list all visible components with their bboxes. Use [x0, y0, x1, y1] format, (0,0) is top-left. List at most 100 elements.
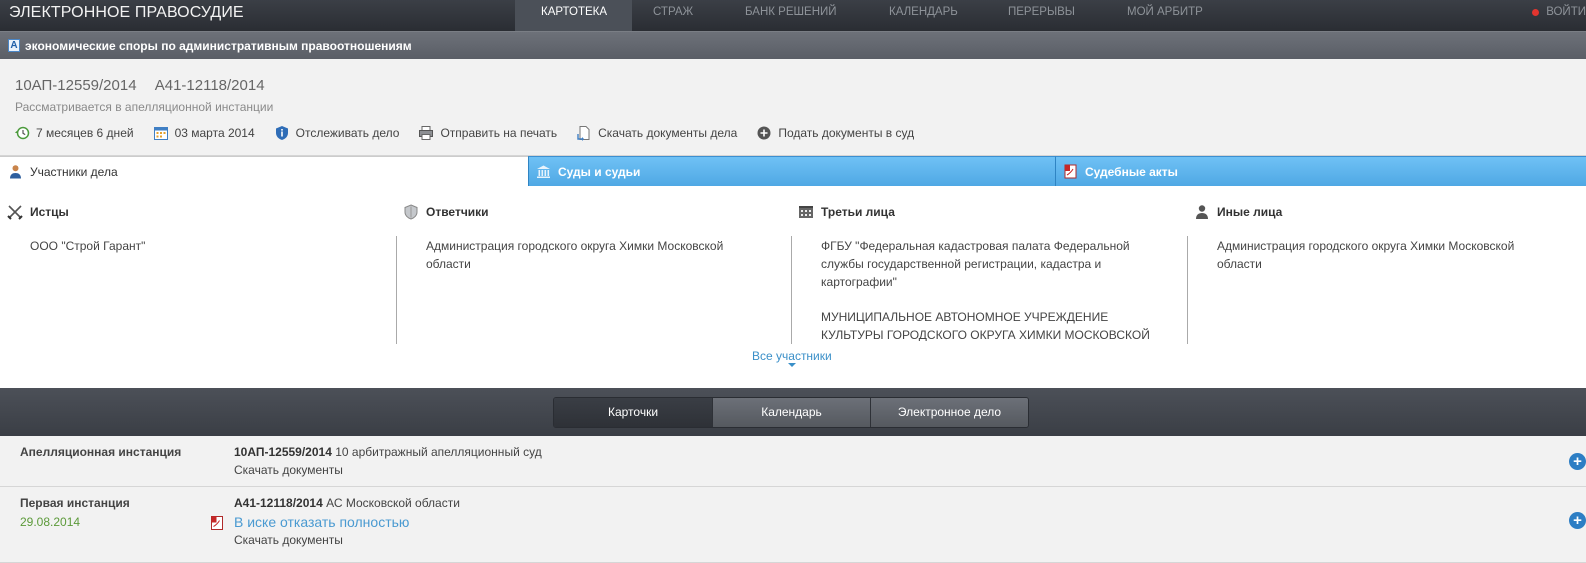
main-nav: КАРТОТЕКА СТРАЖ БАНК РЕШЕНИЙ КАЛЕНДАРЬ П…	[515, 0, 1216, 31]
decision-link[interactable]: В иске отказать полностью	[234, 514, 409, 530]
view-tab-calendar[interactable]: Календарь	[712, 398, 870, 427]
crossed-swords-icon	[7, 204, 23, 220]
tab-courts-judges-label: Суды и судьи	[558, 164, 641, 179]
defendants-heading: Ответчики	[403, 204, 489, 220]
case-start-date: 03 марта 2014	[153, 125, 255, 141]
login-label: ВОЙТИ	[1546, 6, 1586, 18]
defendants-list: Администрация городского округа Химки Мо…	[426, 237, 771, 290]
clock-history-icon	[14, 125, 30, 141]
other-parties-heading: Иные лица	[1194, 204, 1282, 220]
tab-court-acts[interactable]: Судебные акты	[1055, 156, 1586, 186]
instance-court: АС Московской области	[326, 496, 460, 510]
track-case-label: Отслеживать дело	[295, 126, 400, 140]
print-button[interactable]: Отправить на печать	[418, 125, 557, 141]
nav-item-calendar[interactable]: КАЛЕНДАРЬ	[868, 0, 987, 31]
plaintiffs-column: Истцы ООО "Строй Гарант"	[0, 186, 395, 346]
plus-circle-icon	[756, 125, 772, 141]
instance-label: Первая инстанция	[20, 496, 130, 510]
other-party-item: Администрация городского округа Химки Мо…	[1217, 239, 1515, 271]
participants-panel: Истцы ООО "Строй Гарант" Ответчики Админ…	[0, 186, 1586, 388]
other-parties-title: Иные лица	[1217, 205, 1283, 219]
login-status-dot	[1532, 8, 1540, 16]
shield-info-icon	[274, 125, 290, 141]
case-numbers: 10АП-12559/2014 А41-12118/2014	[15, 77, 279, 94]
download-document-icon	[576, 125, 592, 141]
column-divider	[396, 236, 397, 344]
other-parties-column: Иные лица Администрация городского округ…	[1187, 186, 1582, 346]
instance-row-appeal: Апелляционная инстанция 10АП-12559/2014 …	[0, 436, 1586, 487]
case-number-appeal: 10АП-12559/2014	[15, 77, 137, 94]
courthouse-icon	[536, 164, 551, 179]
plaintiffs-list: ООО "Строй Гарант"	[30, 237, 375, 272]
tab-court-acts-label: Судебные акты	[1085, 164, 1178, 179]
case-header: 10АП-12559/2014 А41-12118/2014 Рассматри…	[0, 59, 1586, 156]
other-parties-list: Администрация городского округа Химки Мо…	[1217, 237, 1562, 290]
category-letter-icon: А	[8, 39, 20, 52]
download-documents-link[interactable]: Скачать документы	[234, 463, 343, 477]
instance-info: А41-12118/2014 АС Московской области	[234, 496, 460, 510]
submit-documents-label: Подать документы в суд	[778, 126, 915, 140]
case-number-first: А41-12118/2014	[154, 77, 265, 94]
tab-courts-judges[interactable]: Суды и судьи	[528, 156, 1055, 186]
column-divider	[1187, 236, 1188, 344]
instance-date: 29.08.2014	[20, 515, 81, 529]
person-icon	[8, 164, 23, 179]
case-info-tabs: Участники дела Суды и судьи Судебные акт…	[0, 156, 1586, 186]
expand-plus-icon[interactable]: +	[1569, 512, 1586, 529]
site-brand[interactable]: ЭЛЕКТРОННОЕ ПРАВОСУДИЕ	[9, 4, 244, 22]
top-navigation-bar: ЭЛЕКТРОННОЕ ПРАВОСУДИЕ КАРТОТЕКА СТРАЖ Б…	[0, 0, 1586, 31]
third-parties-column: Третьи лица ФГБУ "Федеральная кадастрова…	[791, 186, 1186, 346]
plaintiffs-heading: Истцы	[7, 204, 69, 220]
printer-icon	[418, 125, 434, 141]
defendants-title: Ответчики	[426, 205, 489, 219]
calendar-icon	[153, 125, 169, 141]
instance-row-first: Первая инстанция 29.08.2014 А41-12118/20…	[0, 487, 1586, 563]
track-case-button[interactable]: Отслеживать дело	[274, 125, 400, 141]
case-actions: 7 месяцев 6 дней 03 марта 2014 Отслежива…	[14, 125, 933, 141]
case-duration-label: 7 месяцев 6 дней	[36, 126, 134, 140]
third-party-item: ФГБУ "Федеральная кадастровая палата Фед…	[821, 239, 1130, 289]
nav-item-pereryvy[interactable]: ПЕРЕРЫВЫ	[987, 0, 1106, 31]
instance-case-number: А41-12118/2014	[234, 496, 323, 510]
tab-participants[interactable]: Участники дела	[0, 156, 528, 186]
download-case-documents-button[interactable]: Скачать документы дела	[576, 125, 737, 141]
shield-icon	[403, 204, 419, 220]
view-tab-cards[interactable]: Карточки	[554, 398, 712, 427]
pdf-icon	[1063, 164, 1078, 179]
category-title: экономические споры по административным …	[25, 39, 412, 53]
view-switch: Карточки Календарь Электронное дело	[553, 397, 1029, 428]
download-documents-link[interactable]: Скачать документы	[234, 533, 343, 547]
third-parties-list: ФГБУ "Федеральная кадастровая палата Фед…	[821, 237, 1166, 341]
submit-documents-button[interactable]: Подать документы в суд	[756, 125, 914, 141]
instance-court: 10 арбитражный апелляционный суд	[335, 445, 542, 459]
login-link[interactable]: ВОЙТИ	[1532, 0, 1586, 24]
tab-participants-label: Участники дела	[30, 164, 118, 179]
third-parties-title: Третьи лица	[821, 205, 895, 219]
chevron-down-icon	[788, 363, 796, 367]
all-participants-link[interactable]: Все участники	[752, 349, 832, 367]
plaintiff-item: ООО "Строй Гарант"	[30, 239, 146, 253]
view-tab-electronic-case[interactable]: Электронное дело	[870, 398, 1028, 427]
instance-case-number: 10АП-12559/2014	[234, 445, 332, 459]
defendants-column: Ответчики Администрация городского округ…	[396, 186, 791, 346]
pdf-icon[interactable]	[210, 516, 224, 530]
nav-item-bank-resheniy[interactable]: БАНК РЕШЕНИЙ	[724, 0, 868, 31]
plaintiffs-title: Истцы	[30, 205, 69, 219]
third-party-item: МУНИЦИПАЛЬНОЕ АВТОНОМНОЕ УЧРЕЖДЕНИЕ КУЛЬ…	[821, 310, 1150, 341]
expand-plus-icon[interactable]: +	[1569, 453, 1586, 470]
nav-item-moy-arbitr[interactable]: МОЙ АРБИТР	[1106, 0, 1216, 31]
instance-label: Апелляционная инстанция	[20, 445, 182, 459]
building-icon	[798, 204, 814, 220]
case-status: Рассматривается в апелляционной инстанци…	[15, 100, 274, 114]
instance-info: 10АП-12559/2014 10 арбитражный апелляцио…	[234, 445, 542, 459]
all-participants-label: Все участники	[752, 349, 832, 363]
defendant-item: Администрация городского округа Химки Мо…	[426, 239, 724, 271]
download-case-documents-label: Скачать документы дела	[598, 126, 738, 140]
person-silhouette-icon	[1194, 204, 1210, 220]
third-parties-heading: Третьи лица	[798, 204, 895, 220]
case-category-bar: А экономические споры по административны…	[0, 31, 1586, 59]
case-duration: 7 месяцев 6 дней	[14, 125, 134, 141]
nav-item-kartoteka[interactable]: КАРТОТЕКА	[515, 0, 632, 31]
nav-item-strazh[interactable]: СТРАЖ	[632, 0, 724, 31]
case-start-date-label: 03 марта 2014	[174, 126, 255, 140]
